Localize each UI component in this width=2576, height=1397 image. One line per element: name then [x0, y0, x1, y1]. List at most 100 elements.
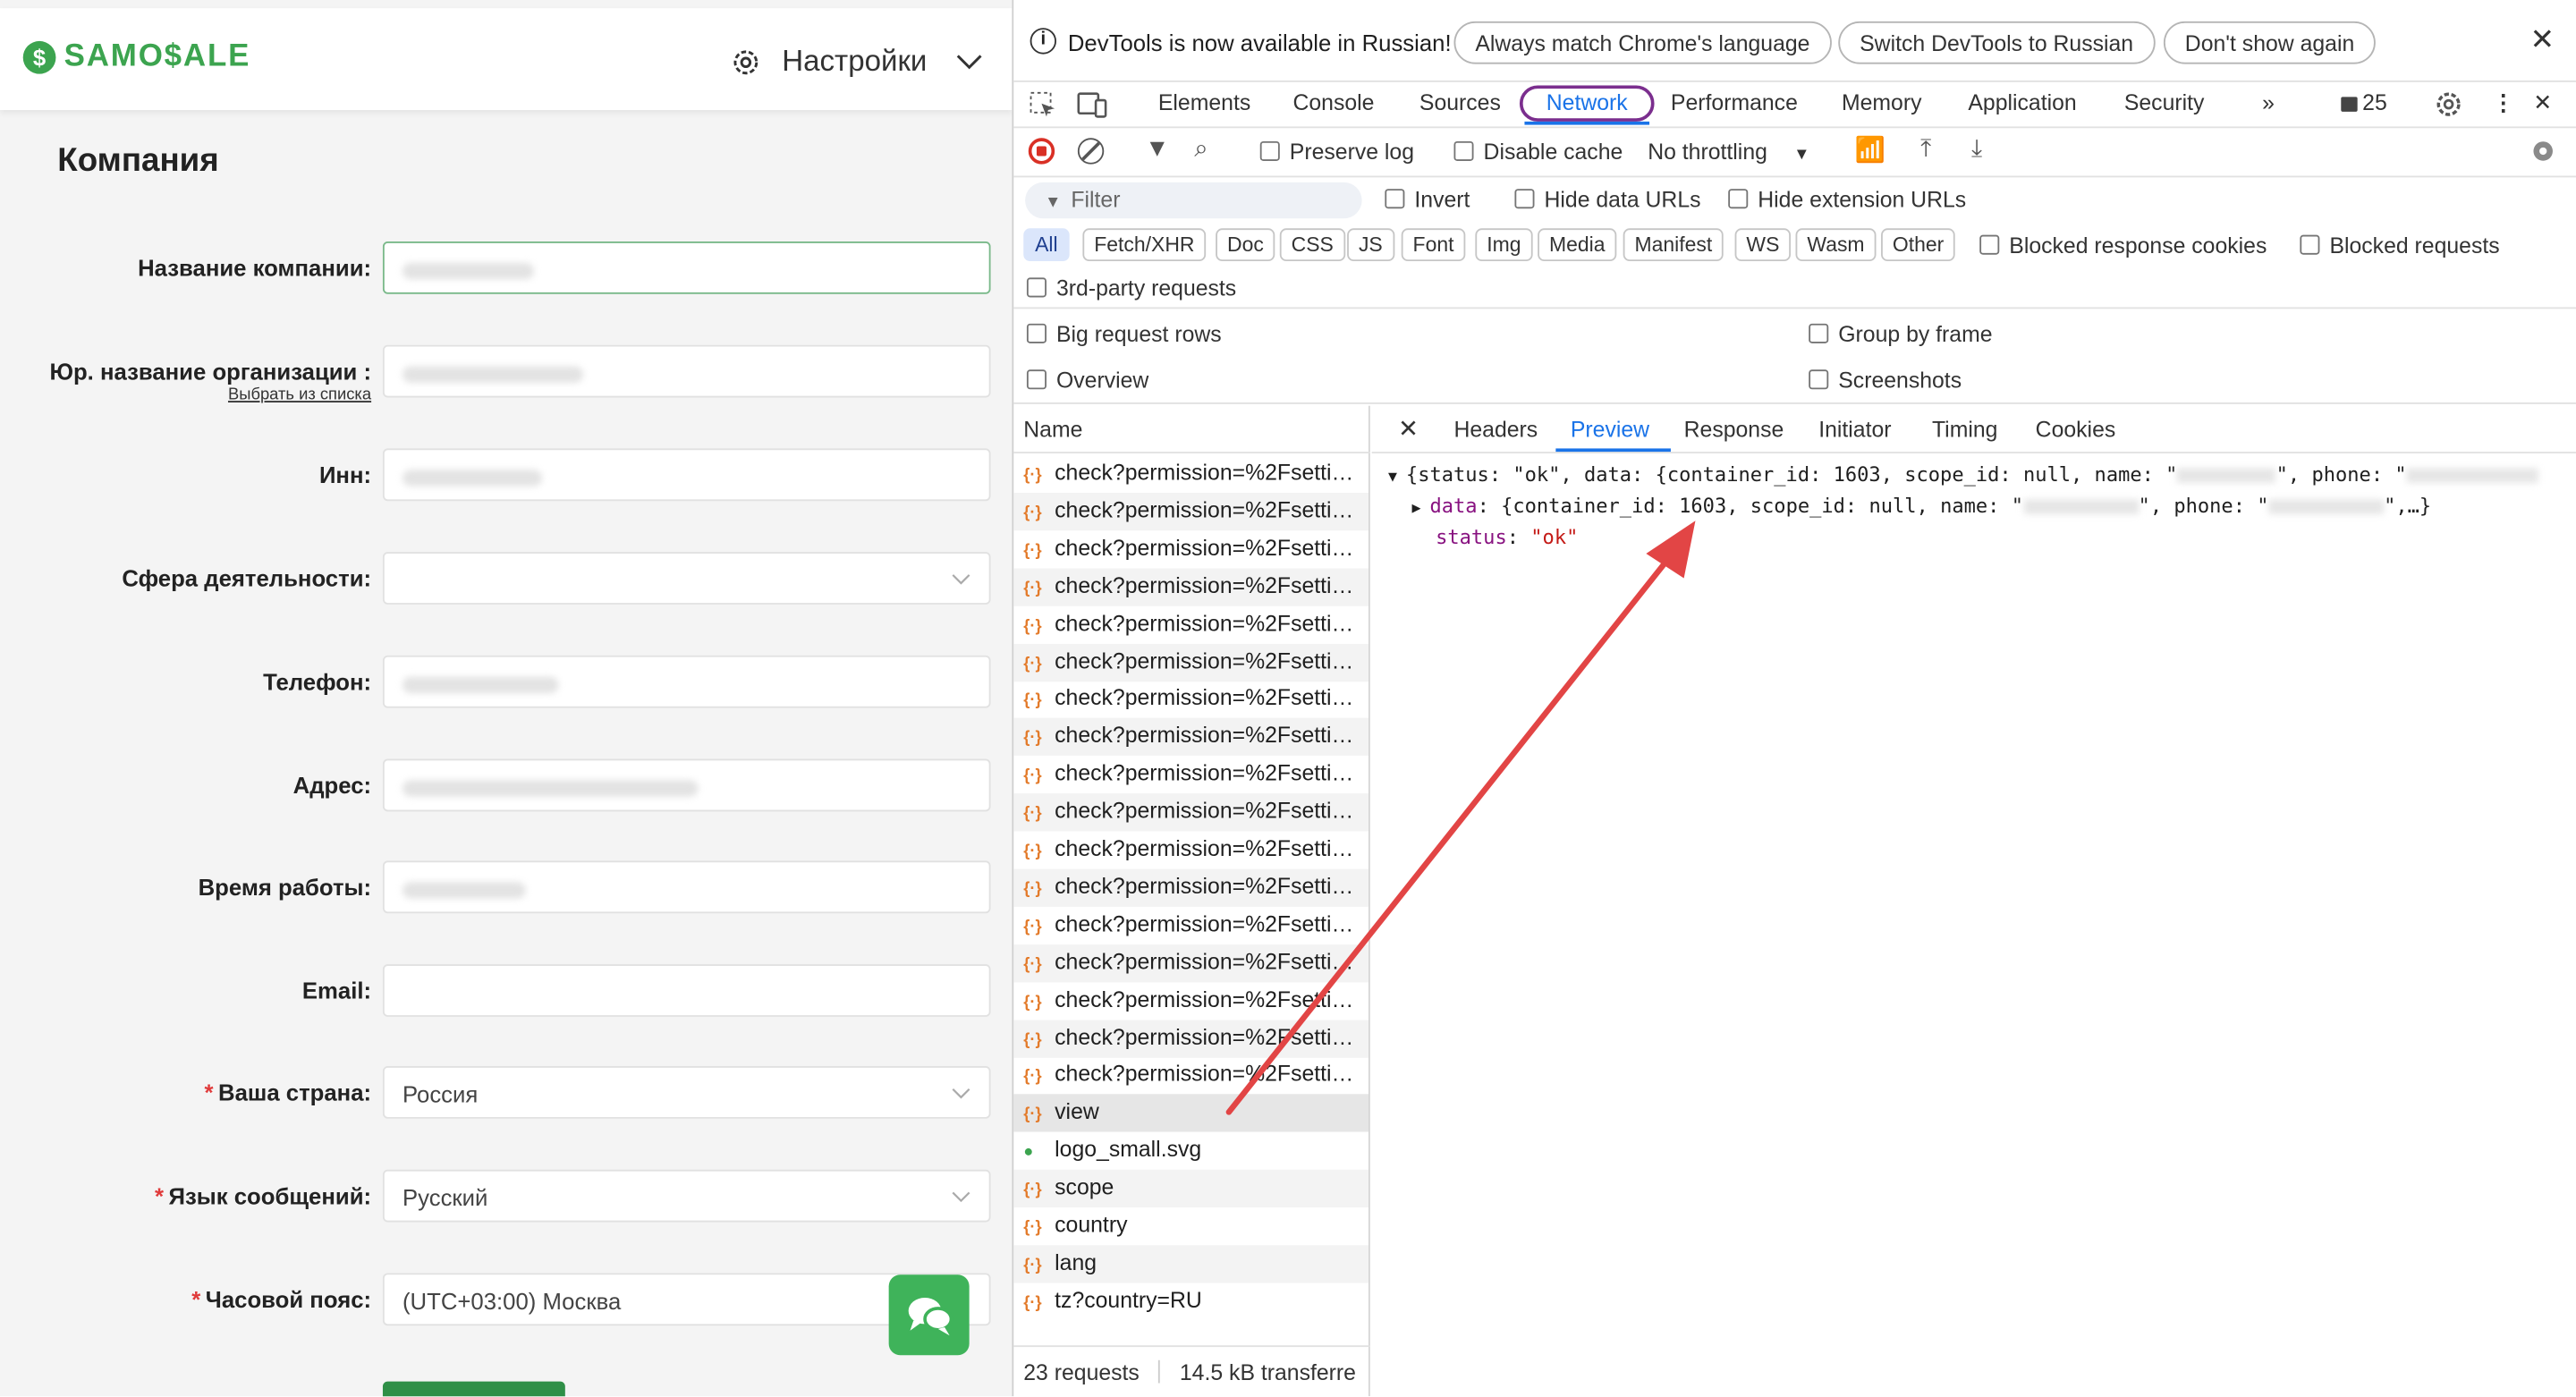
big-request-rows-checkbox[interactable]: Big request rows	[1026, 322, 1222, 347]
hide-data-urls-checkbox[interactable]: Hide data URLs	[1514, 187, 1701, 212]
filter-input[interactable]: ▼ Filter	[1025, 182, 1362, 219]
request-row[interactable]: {·} check?permission=%2Fsetti…	[1013, 906, 1368, 944]
dont-show-again-button[interactable]: Don't show again	[2163, 21, 2377, 64]
request-row[interactable]: {·} check?permission=%2Fsetti…	[1013, 492, 1368, 531]
request-row[interactable]: {·} check?permission=%2Fsetti…	[1013, 455, 1368, 493]
overview-checkbox[interactable]: Overview	[1026, 368, 1148, 393]
tab-network[interactable]: Network	[1519, 85, 1655, 122]
tab-timing[interactable]: Timing	[1932, 418, 1997, 443]
export-har-icon[interactable]: ⤓	[1971, 135, 1982, 163]
more-tabs-icon[interactable]: »	[2262, 90, 2275, 115]
type-filter-doc[interactable]: Doc	[1216, 228, 1275, 262]
json-data-line[interactable]: ▶ data: {container_id: 1603, scope_id: n…	[1388, 493, 2538, 524]
type-filter-other[interactable]: Other	[1881, 228, 1956, 262]
request-row[interactable]: {·} check?permission=%2Fsetti…	[1013, 643, 1368, 682]
type-filter-fetch-xhr[interactable]: Fetch/XHR	[1082, 228, 1207, 262]
json-status-line[interactable]: status: "ok"	[1388, 524, 2538, 552]
address-input[interactable]	[382, 758, 991, 812]
screenshots-checkbox[interactable]: Screenshots	[1809, 368, 1962, 393]
type-filter-font[interactable]: Font	[1401, 228, 1466, 262]
tab-console[interactable]: Console	[1292, 90, 1374, 115]
close-icon[interactable]: ✕	[2530, 23, 2555, 58]
industry-select[interactable]	[382, 552, 991, 605]
group-by-frame-checkbox[interactable]: Group by frame	[1809, 322, 1993, 347]
settings-menu[interactable]: Настройки	[729, 45, 983, 80]
close-devtools-icon[interactable]: ✕	[2533, 90, 2552, 116]
country-select[interactable]: Россия	[382, 1066, 991, 1119]
request-row[interactable]: {·} check?permission=%2Fsetti…	[1013, 756, 1368, 793]
hide-extension-urls-checkbox[interactable]: Hide extension URLs	[1728, 187, 1966, 212]
request-row[interactable]: ● logo_small.svg	[1013, 1132, 1368, 1170]
tab-headers[interactable]: Headers	[1453, 418, 1538, 443]
type-filter-all[interactable]: All	[1023, 228, 1070, 262]
kebab-menu-icon[interactable]: ⋮	[2492, 90, 2514, 116]
request-row[interactable]: {·} scope	[1013, 1169, 1368, 1208]
disable-cache-checkbox[interactable]: Disable cache	[1453, 140, 1623, 165]
issues-counter[interactable]: 25	[2341, 90, 2387, 115]
type-filter-img[interactable]: Img	[1475, 228, 1533, 262]
tab-cookies[interactable]: Cookies	[2036, 418, 2116, 443]
filter-funnel-icon[interactable]: ▼	[1145, 135, 1169, 163]
switch-to-russian-button[interactable]: Switch DevTools to Russian	[1838, 21, 2155, 64]
name-column-header[interactable]: Name	[1013, 406, 1370, 453]
type-filter-ws[interactable]: WS	[1734, 228, 1792, 262]
request-row[interactable]: {·} check?permission=%2Fsetti…	[1013, 793, 1368, 832]
work-hours-input[interactable]	[382, 860, 991, 914]
tab-initiator[interactable]: Initiator	[1818, 418, 1891, 443]
request-row[interactable]: {·} check?permission=%2Fsetti…	[1013, 605, 1368, 643]
email-input[interactable]	[382, 964, 991, 1017]
samosale-logo[interactable]: $ SAMO$ALE	[22, 39, 251, 75]
request-row[interactable]: {·} check?permission=%2Fsetti…	[1013, 944, 1368, 982]
request-row[interactable]: {·} check?permission=%2Fsetti…	[1013, 530, 1368, 568]
record-stop-icon[interactable]	[1028, 138, 1055, 165]
blocked-requests-checkbox[interactable]: Blocked requests	[2300, 233, 2500, 258]
json-preview[interactable]: ▼ {status: "ok", data: {container_id: 16…	[1388, 461, 2538, 552]
request-row[interactable]: {·} check?permission=%2Fsetti…	[1013, 1057, 1368, 1095]
request-row[interactable]: {·} check?permission=%2Fsetti…	[1013, 681, 1368, 718]
tab-performance[interactable]: Performance	[1671, 90, 1798, 115]
request-row[interactable]: {·} country	[1013, 1207, 1368, 1245]
settings-gear-icon[interactable]	[2433, 89, 2464, 120]
network-settings-icon[interactable]	[2529, 136, 2558, 165]
tab-security[interactable]: Security	[2124, 90, 2205, 115]
network-conditions-icon[interactable]: 📶	[1855, 135, 1885, 164]
preserve-log-checkbox[interactable]: Preserve log	[1259, 140, 1414, 165]
request-row[interactable]: {·} check?permission=%2Fsetti…	[1013, 982, 1368, 1020]
request-row[interactable]: {·} check?permission=%2Fsetti…	[1013, 1019, 1368, 1057]
blocked-response-cookies-checkbox[interactable]: Blocked response cookies	[1979, 233, 2267, 258]
tab-application[interactable]: Application	[1968, 90, 2076, 115]
import-har-icon[interactable]: ⤒	[1920, 135, 1931, 163]
choose-from-list-link[interactable]: Выбрать из списка	[228, 386, 371, 404]
legal-name-input[interactable]	[382, 344, 991, 398]
request-row[interactable]: {·} check?permission=%2Fsetti…	[1013, 831, 1368, 868]
request-row[interactable]: {·} check?permission=%2Fsetti…	[1013, 718, 1368, 757]
always-match-language-button[interactable]: Always match Chrome's language	[1453, 21, 1832, 64]
request-row[interactable]: {·} tz?country=RU	[1013, 1283, 1368, 1320]
chat-button[interactable]	[888, 1274, 970, 1356]
tab-preview[interactable]: Preview	[1571, 418, 1649, 443]
language-select[interactable]: Русский	[382, 1169, 991, 1223]
tab-sources[interactable]: Sources	[1419, 90, 1501, 115]
tab-elements[interactable]: Elements	[1158, 90, 1250, 115]
type-filter-js[interactable]: JS	[1347, 228, 1394, 262]
tab-memory[interactable]: Memory	[1842, 90, 1922, 115]
device-toolbar-icon[interactable]	[1076, 90, 1109, 120]
request-row[interactable]: {·} check?permission=%2Fsetti…	[1013, 868, 1368, 907]
type-filter-manifest[interactable]: Manifest	[1623, 228, 1724, 262]
invert-checkbox[interactable]: Invert	[1385, 187, 1470, 212]
phone-input[interactable]	[382, 655, 991, 708]
tab-response[interactable]: Response	[1684, 418, 1784, 443]
clear-icon[interactable]	[1077, 138, 1105, 165]
third-party-requests-checkbox[interactable]: 3rd-party requests	[1026, 276, 1236, 301]
inn-input[interactable]	[382, 448, 991, 502]
save-button[interactable]	[382, 1381, 565, 1397]
type-filter-wasm[interactable]: Wasm	[1795, 228, 1877, 262]
type-filter-media[interactable]: Media	[1538, 228, 1617, 262]
request-row[interactable]: {·} view	[1013, 1094, 1368, 1133]
request-row[interactable]: {·} check?permission=%2Fsetti…	[1013, 567, 1368, 606]
json-root-line[interactable]: ▼ {status: "ok", data: {container_id: 16…	[1388, 461, 2538, 493]
company-name-input[interactable]	[382, 241, 991, 294]
throttling-select[interactable]: No throttling ▼	[1648, 140, 1809, 165]
close-detail-icon[interactable]: ✕	[1398, 414, 1419, 444]
request-row[interactable]: {·} lang	[1013, 1245, 1368, 1283]
